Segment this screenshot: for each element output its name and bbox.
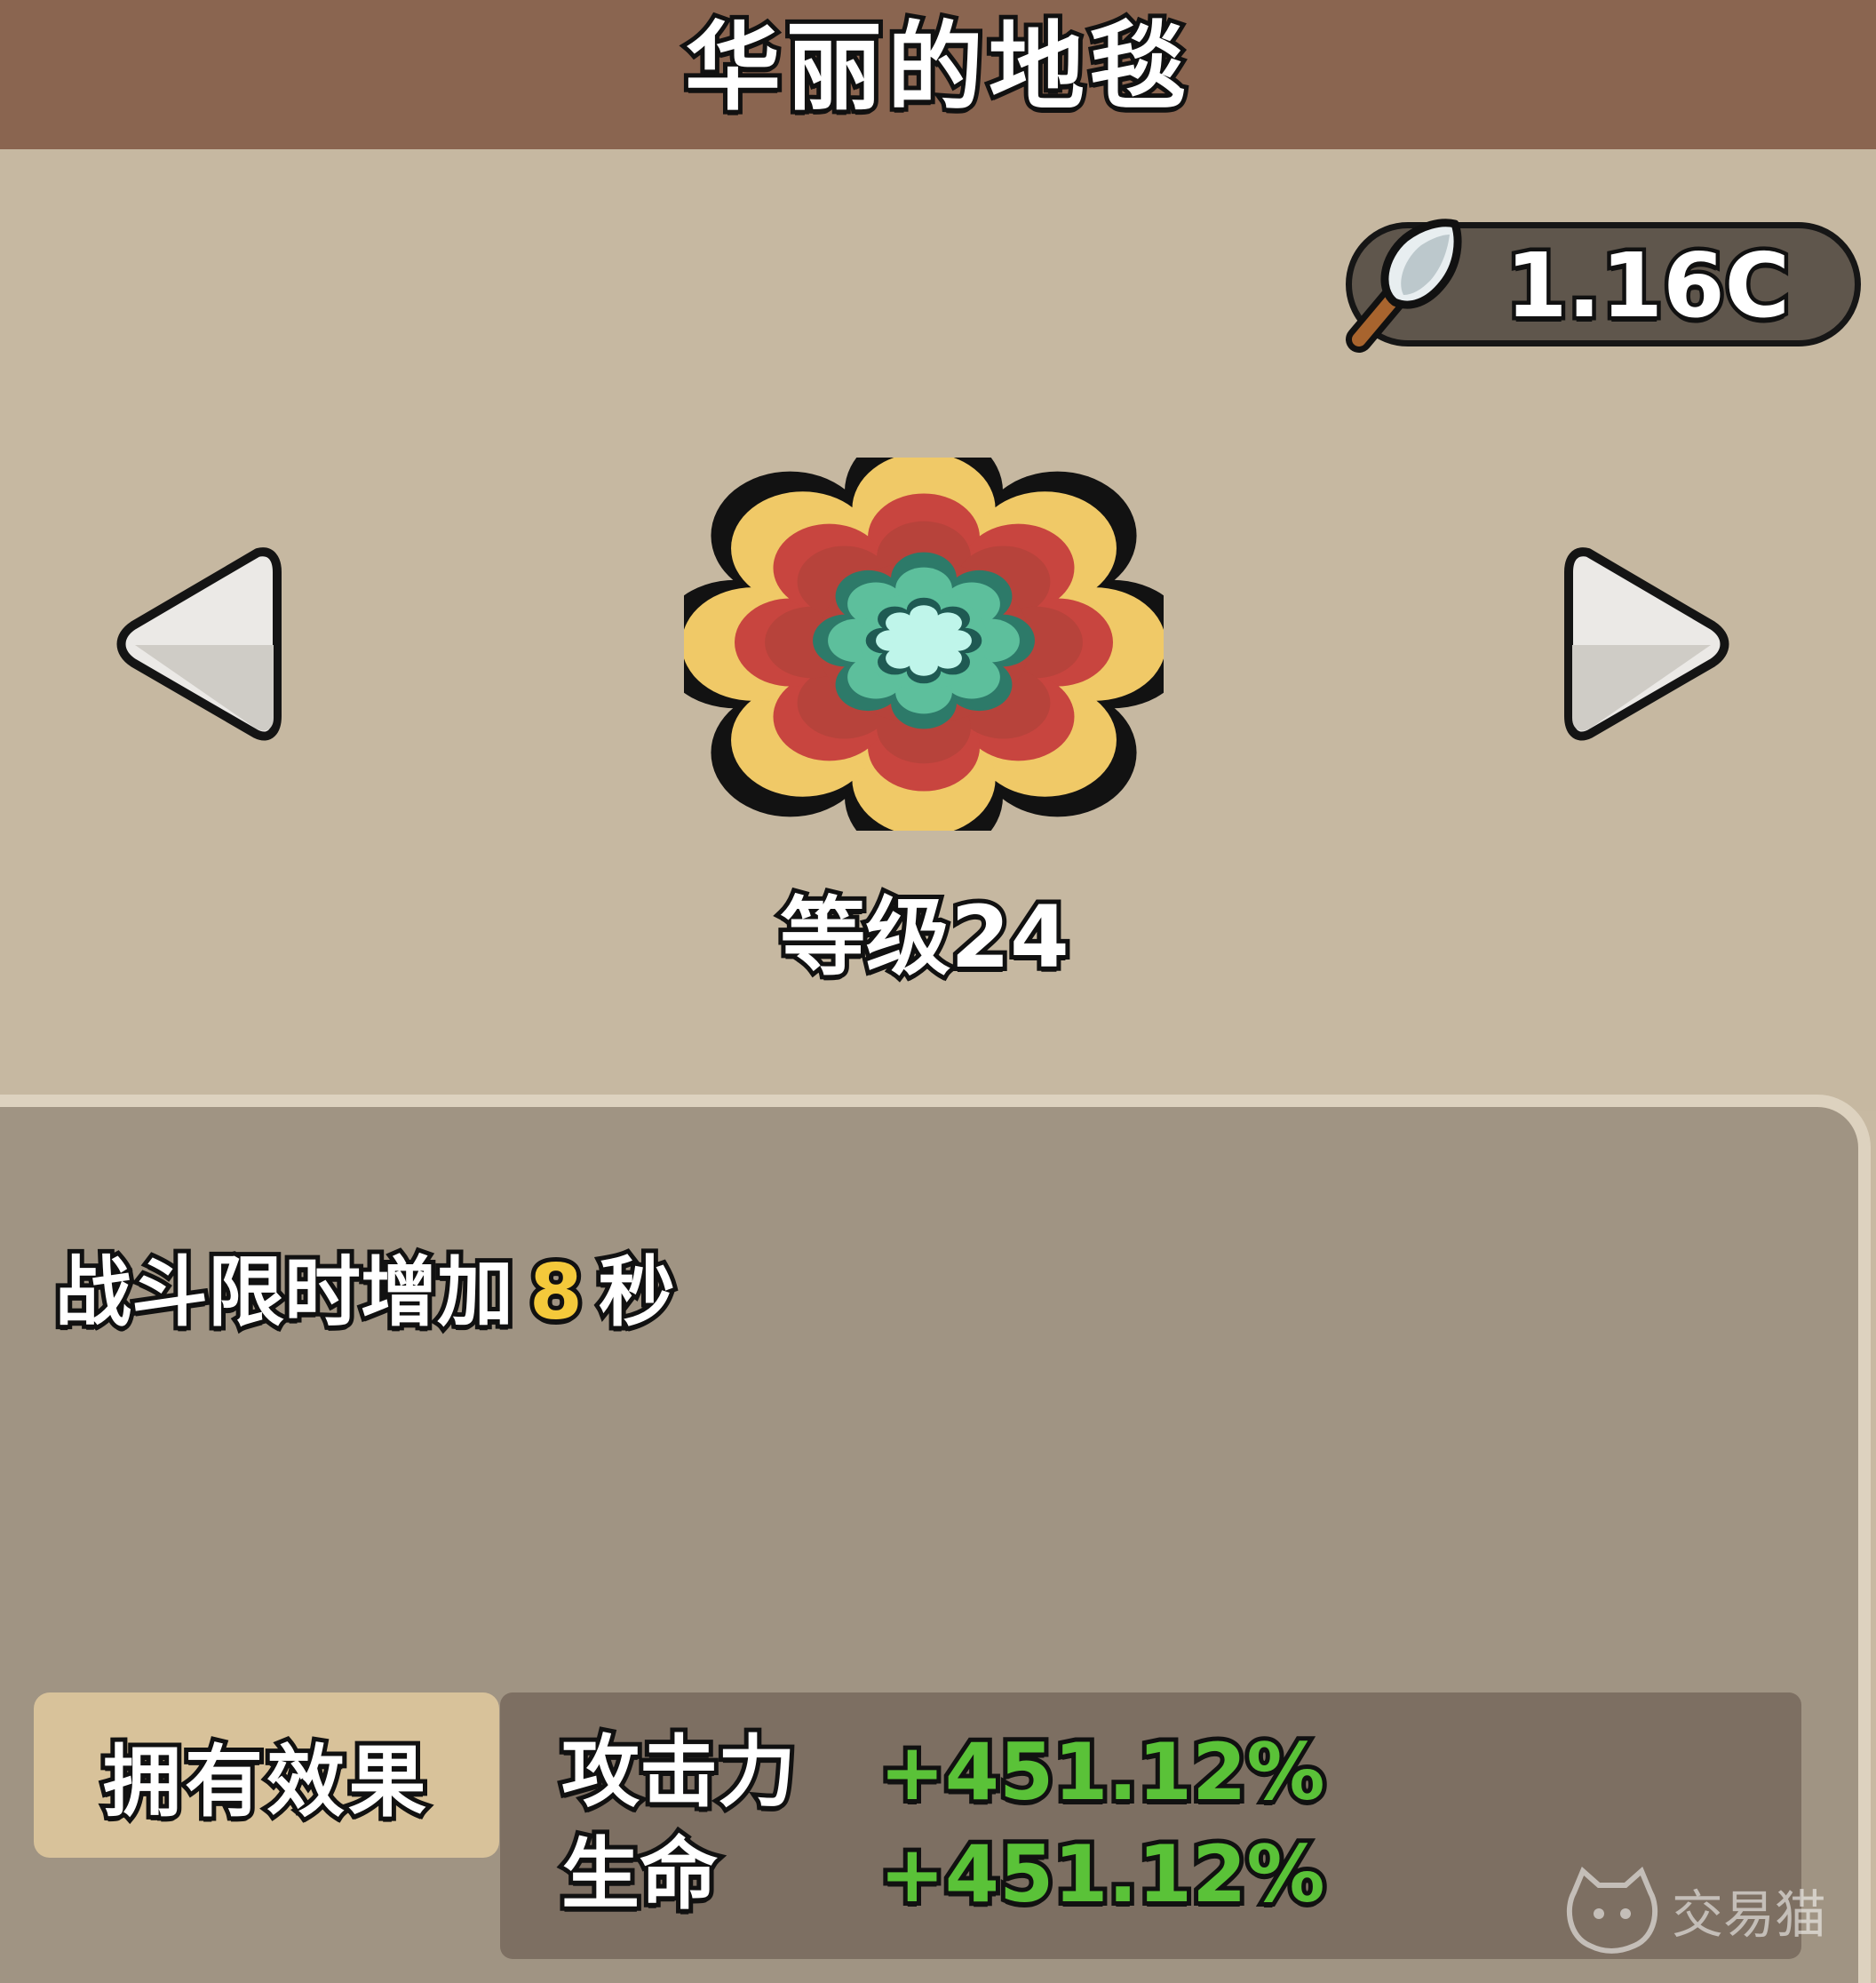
arrow-left-icon[interactable] (114, 533, 282, 755)
title-bar: 华丽的地毯 (0, 0, 1876, 149)
cat-logo-icon (1566, 1866, 1658, 1954)
shovel-icon (1346, 219, 1462, 353)
watermark-text: 交易猫 (1672, 1884, 1827, 1945)
owned-effects-label: 拥有效果 (99, 1732, 431, 1832)
stat-health-label: 生命 (557, 1824, 722, 1924)
stat-health-value: +451.12% (875, 1824, 1329, 1924)
arrow-right-icon[interactable] (1563, 533, 1732, 755)
description-suffix: 秒 (594, 1244, 680, 1342)
currency-value: 1.16C (1501, 230, 1793, 342)
effect-description: 战斗限时增加 8 秒 (51, 1239, 680, 1346)
stat-attack-label: 攻击力 (557, 1722, 800, 1822)
watermark: 交易猫 (1563, 1866, 1826, 1955)
page-title: 华丽的地毯 (680, 8, 1191, 128)
stat-attack-value: +451.12% (875, 1722, 1329, 1822)
carpet-icon (684, 458, 1164, 831)
owned-effects-tab[interactable]: 拥有效果 (34, 1692, 499, 1858)
item-level: 等级24 (775, 883, 1074, 992)
description-prefix: 战斗限时增加 (51, 1244, 518, 1342)
description-value: 8 (525, 1244, 587, 1342)
